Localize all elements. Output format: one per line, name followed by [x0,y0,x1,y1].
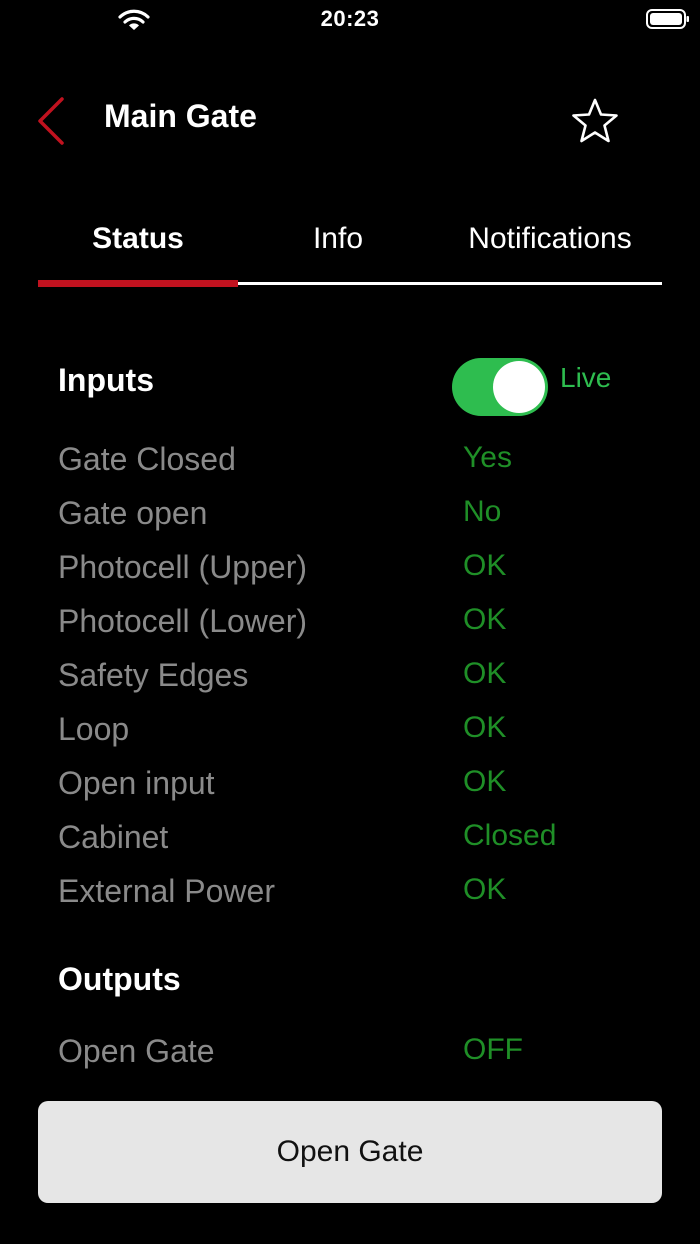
input-value: OK [463,657,507,690]
input-label: Photocell (Upper) [58,549,307,585]
input-value: OK [463,873,507,906]
battery-icon [646,9,689,29]
input-value: Yes [463,441,512,474]
tab-bar: Status Info Notifications [38,222,662,288]
output-value: OFF [463,1033,523,1066]
input-label: Loop [58,711,130,747]
input-row: Loop OK [0,711,700,765]
back-chevron-icon[interactable] [34,96,68,146]
page-title: Main Gate [104,98,257,134]
input-label: Safety Edges [58,657,249,693]
output-label: Open Gate [58,1033,215,1069]
input-value: OK [463,765,507,798]
favorite-star-icon[interactable] [570,96,620,146]
input-label: Cabinet [58,819,169,855]
open-gate-button[interactable]: Open Gate [38,1101,662,1203]
outputs-heading: Outputs [58,961,181,997]
input-row: Photocell (Upper) OK [0,549,700,603]
input-label: Gate Closed [58,441,236,477]
status-bar: 20:23 [0,0,700,40]
tab-notifications[interactable]: Notifications [438,222,662,278]
input-row: Safety Edges OK [0,657,700,711]
input-value: OK [463,711,507,744]
input-row: Photocell (Lower) OK [0,603,700,657]
input-value: OK [463,603,507,636]
live-label: Live [560,362,612,393]
input-row: Gate open No [0,495,700,549]
input-row: Cabinet Closed [0,819,700,873]
output-row: Open Gate OFF [0,1033,700,1087]
input-label: Gate open [58,495,208,531]
tab-info[interactable]: Info [238,222,438,278]
inputs-heading: Inputs [58,362,154,398]
input-label: External Power [58,873,275,909]
live-toggle-knob [493,361,545,413]
live-toggle[interactable] [452,358,548,416]
tab-status[interactable]: Status [38,222,238,278]
input-value: OK [463,549,507,582]
input-row: Open input OK [0,765,700,819]
input-row: External Power OK [0,873,700,927]
input-value: No [463,495,502,528]
input-value: Closed [463,819,557,852]
tab-active-indicator [38,280,238,287]
input-label: Open input [58,765,215,801]
status-time: 20:23 [320,6,380,31]
input-label: Photocell (Lower) [58,603,307,639]
input-row: Gate Closed Yes [0,441,700,495]
